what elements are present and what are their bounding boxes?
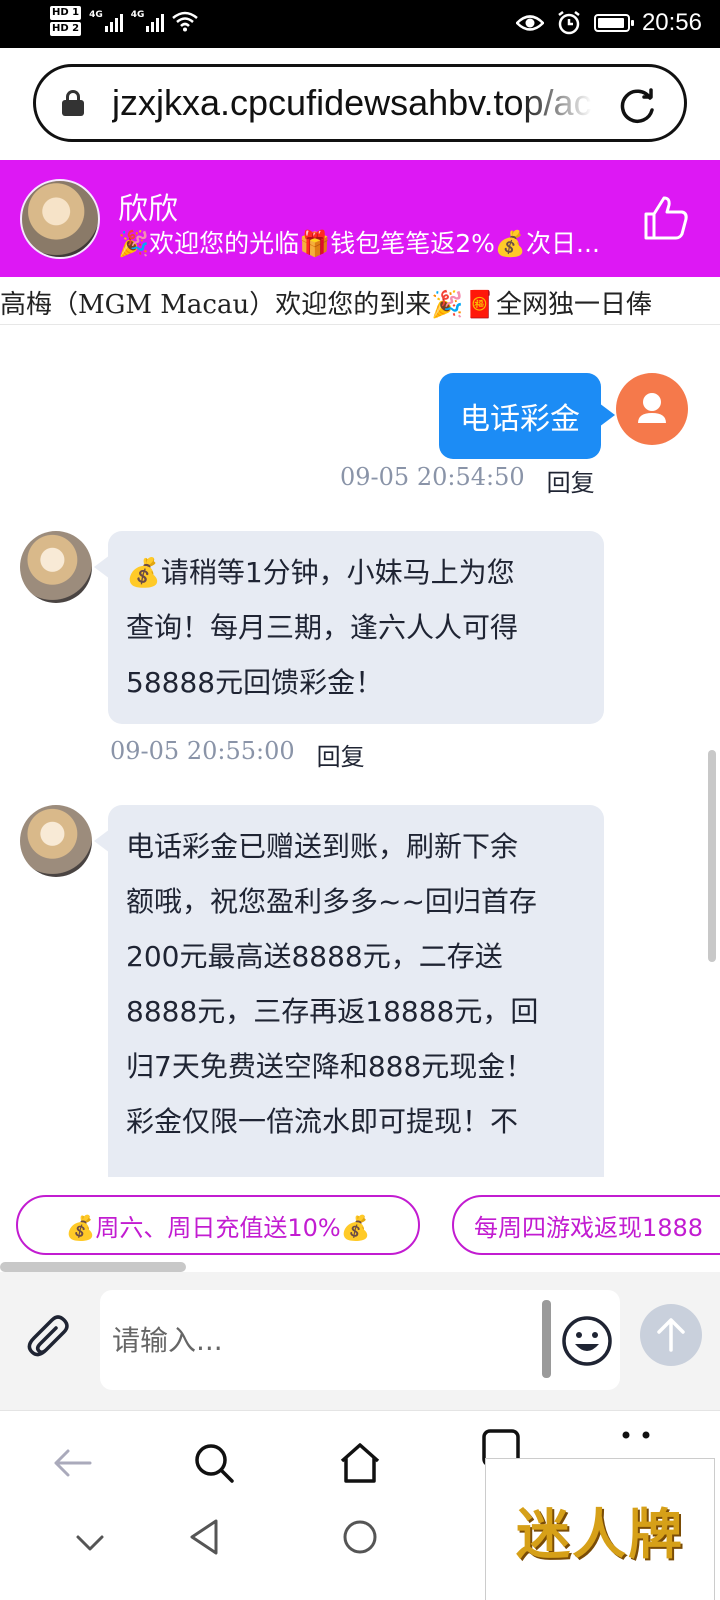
- message-meta: 09-05 20:54:50 回复: [340, 463, 595, 498]
- user-icon: [638, 393, 666, 423]
- message-line: 额哦，祝您盈利多多~~回归首存: [126, 885, 537, 918]
- sim2-badge: HD 2: [50, 22, 82, 36]
- message-line: 58888元回馈彩金！: [126, 666, 384, 699]
- arrow-up-icon: [657, 1318, 685, 1352]
- message-input[interactable]: [112, 1316, 532, 1364]
- sim1-badge: HD 1: [50, 6, 82, 20]
- reply-link[interactable]: 回复: [547, 463, 595, 498]
- address-bar[interactable]: jzxjkxa.cpcufidewsahbv.top/ac: [33, 64, 687, 142]
- message-line: 💰请稍等1分钟，小妹马上为您: [126, 556, 515, 589]
- message-scrollbar[interactable]: [708, 750, 716, 962]
- agent-avatar[interactable]: [20, 179, 100, 259]
- message-line: 彩金仅限一倍流水即可提现！不: [126, 1105, 519, 1138]
- reload-icon[interactable]: [618, 86, 658, 126]
- user-message-bubble[interactable]: 电话彩金: [439, 373, 615, 459]
- send-button[interactable]: [640, 1304, 702, 1366]
- search-icon[interactable]: [190, 1439, 238, 1487]
- message-line: 电话彩金已赠送到账，刷新下余: [126, 830, 519, 863]
- message-time: 09-05 20:54:50: [340, 463, 525, 491]
- thumbs-up-icon[interactable]: [642, 194, 690, 242]
- message-line: 归7天免费送空降和888元现金！: [126, 1050, 534, 1083]
- status-bar: HD 1 HD 2 4G 4G 20:56: [0, 0, 720, 48]
- wifi-icon: [172, 11, 199, 32]
- agent-avatar: [20, 531, 92, 603]
- sim-badges: HD 1 HD 2: [50, 6, 82, 36]
- chat-header: 欣欣 🎉欢迎您的光临🎁钱包笔笔返2%💰次日...: [0, 160, 720, 277]
- announcement-marquee: 高梅（MGM Macau）欢迎您的到来🎉🧧全网独一日俸: [0, 277, 720, 325]
- promo-badge[interactable]: 迷人牌: [485, 1458, 715, 1600]
- clock: 20:56: [641, 9, 702, 36]
- system-back-icon[interactable]: [182, 1513, 230, 1561]
- agent-message-bubble[interactable]: 💰请稍等1分钟，小妹马上为您 查询！每月三期，逢六人人可得 58888元回馈彩金…: [94, 531, 604, 724]
- quick-reply-bar: 💰周六、周日充值送10%💰 每周四游戏返现1888: [0, 1177, 720, 1267]
- network-indicators: HD 1 HD 2 4G 4G: [50, 6, 199, 36]
- system-home-icon[interactable]: [336, 1513, 384, 1561]
- user-avatar: [616, 373, 688, 445]
- message-input-box[interactable]: [100, 1290, 620, 1390]
- reply-link[interactable]: 回复: [317, 737, 365, 772]
- input-scrollbar: [542, 1300, 551, 1378]
- composer: [0, 1272, 720, 1410]
- signal-1-icon: 4G: [89, 10, 123, 32]
- message-meta: 09-05 20:55:00 回复: [110, 737, 365, 772]
- net1-label: 4G: [89, 10, 103, 20]
- agent-message-bubble[interactable]: 电话彩金已赠送到账，刷新下余 额哦，祝您盈利多多~~回归首存 200元最高送88…: [94, 805, 604, 1177]
- attachment-icon[interactable]: [24, 1312, 76, 1364]
- system-indicators: 20:56: [515, 9, 702, 37]
- chevron-down-icon[interactable]: [66, 1519, 114, 1567]
- net2-label: 4G: [130, 10, 145, 20]
- quick-reply-scrollbar[interactable]: [0, 1262, 186, 1272]
- message-line: 200元最高送8888元，二存送: [126, 940, 503, 973]
- home-icon[interactable]: [336, 1439, 384, 1487]
- emoji-icon[interactable]: [560, 1314, 614, 1368]
- url-text[interactable]: jzxjkxa.cpcufidewsahbv.top/ac: [112, 82, 592, 124]
- browser-bottom-nav: 迷人牌: [0, 1410, 720, 1600]
- eye-icon: [515, 15, 544, 31]
- quick-reply-button[interactable]: 每周四游戏返现1888: [452, 1195, 720, 1255]
- lock-icon: [62, 90, 84, 116]
- quick-reply-button[interactable]: 💰周六、周日充值送10%💰: [16, 1195, 420, 1255]
- message-line: 8888元，三存再返18888元，回: [126, 995, 539, 1028]
- back-arrow-icon[interactable]: [48, 1439, 96, 1487]
- marquee-text: 高梅（MGM Macau）欢迎您的到来🎉🧧全网独一日俸: [0, 290, 652, 320]
- battery-icon: [593, 14, 634, 32]
- agent-avatar: [20, 805, 92, 877]
- message-line: 查询！每月三期，逢六人人可得: [126, 611, 519, 644]
- browser-toolbar: jzxjkxa.cpcufidewsahbv.top/ac: [0, 48, 720, 160]
- alarm-icon: [558, 11, 580, 35]
- message-list[interactable]: 电话彩金 09-05 20:54:50 回复 💰请稍等1分钟，小妹马上为您 查询…: [0, 325, 706, 1177]
- agent-name: 欣欣: [118, 192, 178, 227]
- signal-2-icon: 4G: [131, 10, 165, 32]
- message-time: 09-05 20:55:00: [110, 737, 295, 765]
- promo-text: 迷人牌: [516, 1502, 684, 1566]
- agent-welcome-text: 🎉欢迎您的光临🎁钱包笔笔返2%💰次日...: [118, 229, 600, 258]
